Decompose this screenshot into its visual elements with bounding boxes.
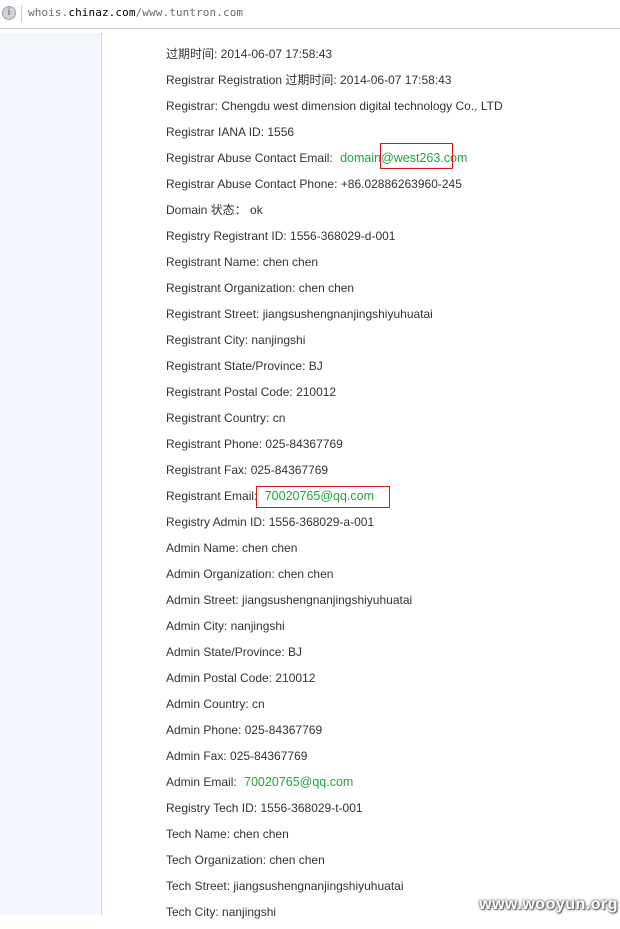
whois-row: 过期时间: 2014-06-07 17:58:43 bbox=[166, 47, 333, 61]
whois-row: Registrant Name: chen chen bbox=[166, 255, 319, 269]
whois-row: Registrant Phone: 025-84367769 bbox=[166, 437, 343, 451]
whois-row: Registrant Country: cn bbox=[166, 411, 286, 425]
whois-row: Registry Tech ID: 1556-368029-t-001 bbox=[166, 801, 363, 815]
url-prefix: whois. bbox=[28, 6, 69, 19]
whois-row: Tech Name: chen chen bbox=[166, 827, 289, 841]
whois-row: Registrant Organization: chen chen bbox=[166, 281, 355, 295]
whois-row: Admin Country: cn bbox=[166, 697, 265, 711]
whois-row: Admin Organization: chen chen bbox=[166, 567, 334, 581]
url-text[interactable]: whois.chinaz.com/www.tuntron.com bbox=[28, 6, 243, 19]
whois-row: Registrant State/Province: BJ bbox=[166, 359, 323, 373]
whois-row: Admin State/Province: BJ bbox=[166, 645, 303, 659]
admin-email-label: Admin Email: bbox=[166, 775, 237, 789]
whois-row: Admin Postal Code: 210012 bbox=[166, 671, 316, 685]
whois-row: Domain 状态： ok bbox=[166, 203, 263, 217]
whois-row: Registrar: Chengdu west dimension digita… bbox=[166, 99, 503, 113]
whois-row: Registrant City: nanjingshi bbox=[166, 333, 306, 347]
watermark: www.wooyun.org bbox=[479, 896, 618, 913]
abuse-email-label: Registrar Abuse Contact Email: bbox=[166, 151, 333, 165]
admin-email-link[interactable]: 70020765@qq.com bbox=[244, 775, 353, 789]
url-path: /www.tuntron.com bbox=[135, 6, 244, 19]
whois-row: Admin Name: chen chen bbox=[166, 541, 298, 555]
whois-row: Admin Phone: 025-84367769 bbox=[166, 723, 323, 737]
whois-row: Registry Admin ID: 1556-368029-a-001 bbox=[166, 515, 375, 529]
whois-row: Admin Fax: 025-84367769 bbox=[166, 749, 308, 763]
admin-email-row: Admin Email: 70020765@qq.com bbox=[166, 773, 606, 799]
highlight-box-registrant-email bbox=[256, 486, 390, 508]
whois-row: Registrant Fax: 025-84367769 bbox=[166, 463, 329, 477]
whois-row: Tech Organization: chen chen bbox=[166, 853, 325, 867]
left-sidebar bbox=[0, 33, 102, 915]
registrant-email-label: Registrant Email: bbox=[166, 489, 258, 503]
info-circle-icon[interactable]: i bbox=[2, 6, 16, 20]
whois-row: Registrant Postal Code: 210012 bbox=[166, 385, 337, 399]
whois-row: Registrar Registration 过期时间: 2014-06-07 … bbox=[166, 73, 452, 87]
whois-row: Registrar Abuse Contact Phone: +86.02886… bbox=[166, 177, 462, 191]
whois-row: Admin Street: jiangsushengnanjingshiyuhu… bbox=[166, 593, 413, 607]
highlight-box-abuse-email bbox=[380, 143, 453, 169]
address-bar[interactable]: i whois.chinaz.com/www.tuntron.com bbox=[0, 0, 620, 29]
whois-row: Registrant Street: jiangsushengnanjingsh… bbox=[166, 307, 433, 321]
url-host: chinaz.com bbox=[68, 6, 136, 19]
address-bar-divider bbox=[21, 5, 22, 22]
whois-row: Registry Registrant ID: 1556-368029-d-00… bbox=[166, 229, 396, 243]
whois-row: Admin City: nanjingshi bbox=[166, 619, 285, 633]
